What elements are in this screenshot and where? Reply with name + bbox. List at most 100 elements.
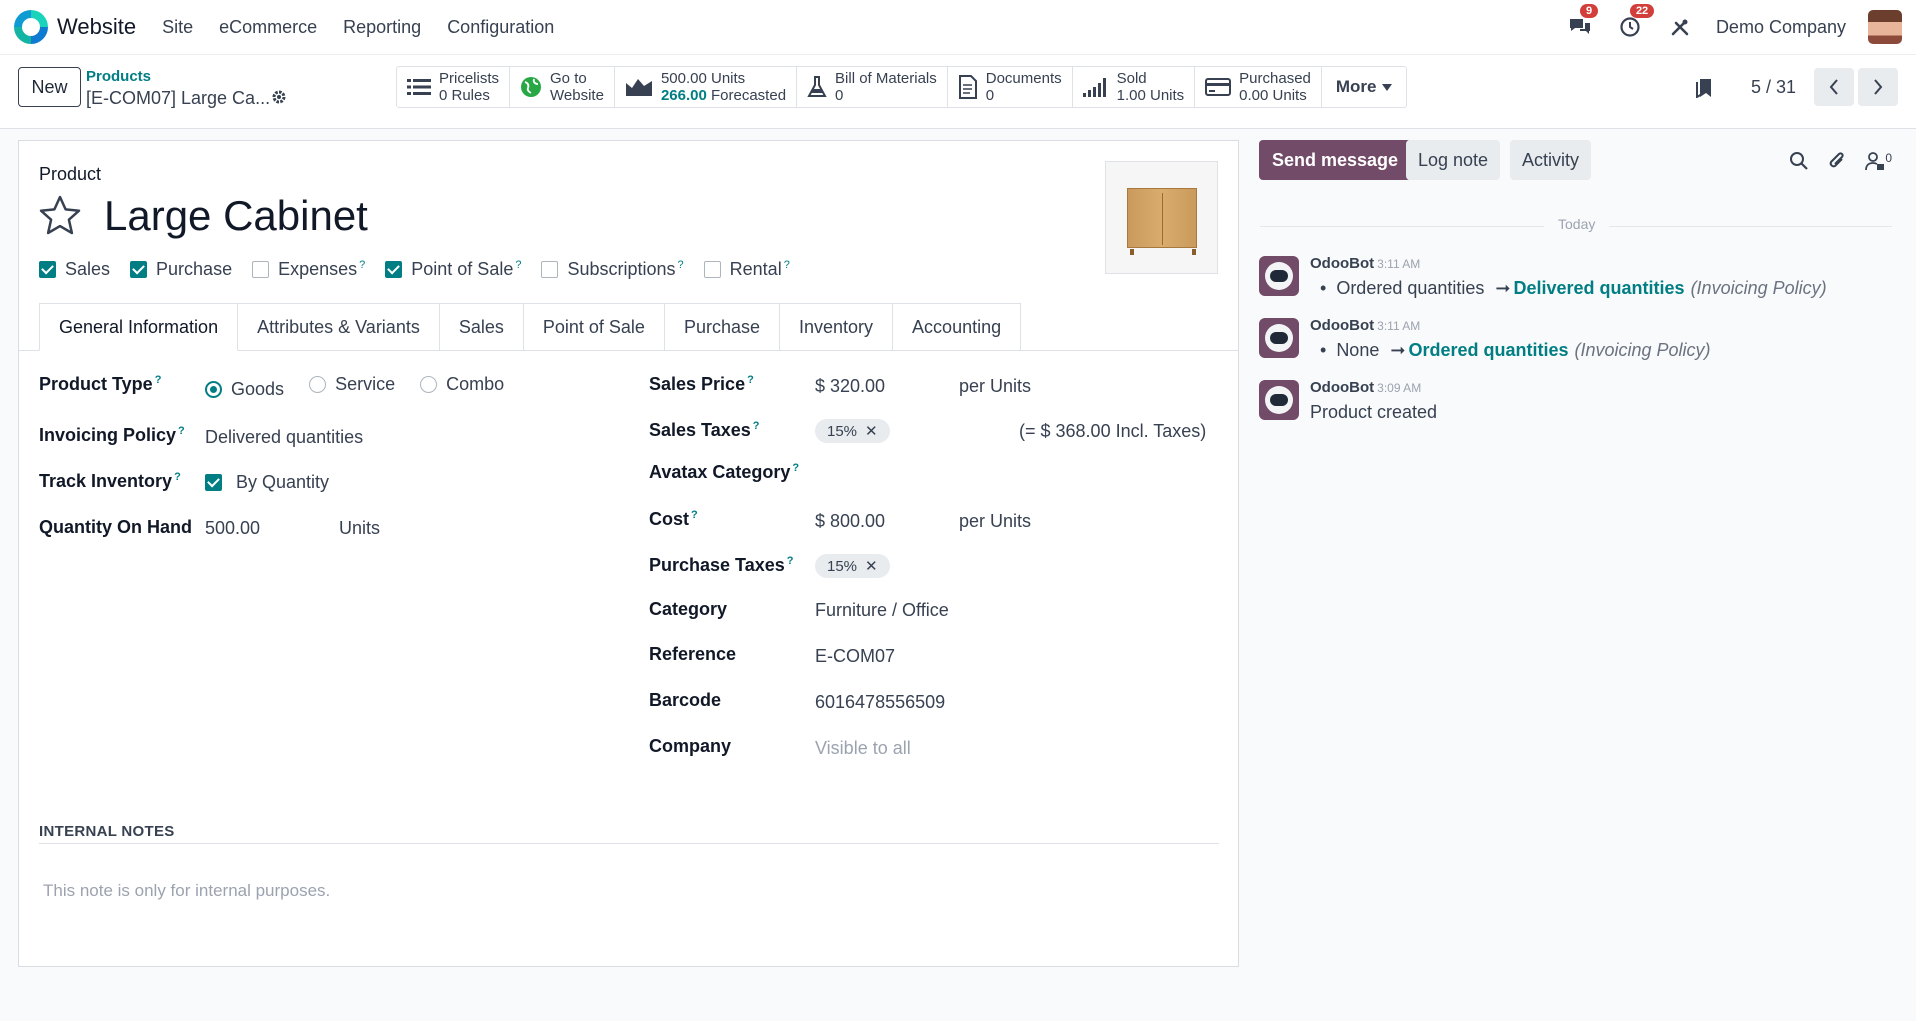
- activity-button[interactable]: Activity: [1510, 140, 1592, 180]
- cost-input[interactable]: $ 800.00: [815, 511, 885, 532]
- tab-sales[interactable]: Sales: [439, 303, 524, 351]
- sold-smart-button[interactable]: Sold 1.00 Units: [1073, 67, 1196, 107]
- menu-configuration[interactable]: Configuration: [447, 17, 554, 38]
- favorite-star-icon[interactable]: [39, 195, 81, 235]
- odoobot-avatar[interactable]: [1259, 256, 1299, 296]
- log-note-button[interactable]: Log note: [1406, 140, 1501, 180]
- pager-previous-button[interactable]: [1814, 68, 1854, 106]
- more-dropdown-button[interactable]: More: [1322, 67, 1406, 107]
- breadcrumb-products[interactable]: Products: [86, 68, 151, 85]
- menu-ecommerce[interactable]: eCommerce: [219, 17, 317, 38]
- tab-accounting[interactable]: Accounting: [893, 303, 1022, 351]
- pager-value[interactable]: 5 / 31: [1751, 77, 1796, 98]
- paperclip-icon[interactable]: [1827, 150, 1847, 172]
- odoobot-avatar[interactable]: [1259, 380, 1299, 420]
- arrow-right-icon: ➞: [1390, 340, 1406, 360]
- bookmarks-icon[interactable]: [1695, 76, 1713, 98]
- rental-checkbox[interactable]: [703, 261, 721, 278]
- tab-purchase[interactable]: Purchase: [664, 303, 780, 351]
- send-message-button[interactable]: Send message: [1259, 140, 1412, 180]
- message-author[interactable]: OdooBot: [1310, 379, 1374, 396]
- tab-attributes-variants[interactable]: Attributes & Variants: [238, 303, 440, 351]
- help-icon[interactable]: ?: [515, 259, 521, 271]
- new-record-button[interactable]: New: [18, 67, 81, 107]
- app-brand[interactable]: Website: [14, 10, 136, 44]
- help-icon[interactable]: ?: [792, 462, 799, 474]
- radio-goods[interactable]: [205, 381, 222, 398]
- flag-subscriptions[interactable]: Subscriptions?: [541, 259, 684, 280]
- bill-of-materials-smart-button[interactable]: Bill of Materials 0: [797, 67, 948, 107]
- help-icon[interactable]: ?: [753, 420, 760, 432]
- product-name-field[interactable]: Large Cabinet: [104, 192, 368, 240]
- radio-combo[interactable]: [420, 376, 438, 393]
- expenses-checkbox[interactable]: [252, 261, 270, 278]
- sales-price-input[interactable]: $ 320.00: [815, 376, 885, 397]
- help-icon[interactable]: ?: [784, 259, 790, 271]
- tab-inventory[interactable]: Inventory: [780, 303, 894, 351]
- search-icon[interactable]: [1789, 151, 1809, 171]
- track-inventory-checkbox[interactable]: [205, 474, 222, 491]
- product-type-service[interactable]: Service: [309, 374, 395, 395]
- documents-smart-button[interactable]: Documents 0: [948, 67, 1073, 107]
- tab-point-of-sale[interactable]: Point of Sale: [523, 303, 665, 351]
- sales-checkbox[interactable]: [39, 261, 56, 278]
- remove-tag-icon[interactable]: ✕: [865, 557, 878, 575]
- debug-tools-button[interactable]: [1666, 13, 1694, 41]
- quantity-on-hand-label: Quantity On Hand: [39, 517, 192, 537]
- flag-rental[interactable]: Rental?: [703, 259, 790, 280]
- invoicing-policy-field[interactable]: Delivered quantities: [205, 427, 363, 448]
- quantity-on-hand-uom: Units: [339, 518, 381, 538]
- flag-sales[interactable]: Sales: [39, 259, 110, 280]
- go-to-website-smart-button[interactable]: Go to Website: [510, 67, 615, 107]
- barcode-input[interactable]: 6016478556509: [815, 692, 945, 713]
- flag-point-of-sale[interactable]: Point of Sale?: [385, 259, 521, 280]
- user-avatar[interactable]: [1868, 10, 1902, 44]
- purchase-checkbox[interactable]: [130, 261, 148, 278]
- purchase-taxes-field[interactable]: 15% ✕: [815, 554, 890, 578]
- quantity-on-hand-value[interactable]: 500.00: [205, 518, 260, 539]
- purchase-label: Purchase: [156, 259, 233, 279]
- flag-expenses[interactable]: Expenses?: [252, 259, 365, 280]
- help-icon[interactable]: ?: [359, 259, 365, 271]
- activities-button[interactable]: 22: [1616, 4, 1655, 41]
- product-type-goods[interactable]: Goods: [205, 379, 284, 400]
- purchased-smart-button[interactable]: Purchased 0.00 Units: [1195, 67, 1322, 107]
- forecast-smart-button[interactable]: 500.00 Units 266.00 Forecasted: [615, 67, 798, 107]
- help-icon[interactable]: ?: [691, 509, 698, 521]
- product-type-combo[interactable]: Combo: [420, 374, 504, 395]
- tab-general-information[interactable]: General Information: [39, 303, 239, 351]
- help-icon[interactable]: ?: [155, 374, 162, 386]
- help-icon[interactable]: ?: [787, 555, 794, 567]
- menu-site[interactable]: Site: [162, 17, 193, 38]
- reference-input[interactable]: E-COM07: [815, 646, 895, 667]
- help-icon[interactable]: ?: [178, 425, 185, 437]
- messaging-button[interactable]: 9: [1566, 4, 1599, 41]
- pricelists-smart-button[interactable]: Pricelists 0 Rules: [397, 67, 511, 107]
- help-icon[interactable]: ?: [678, 259, 684, 271]
- menu-reporting[interactable]: Reporting: [343, 17, 421, 38]
- message-author[interactable]: OdooBot: [1310, 255, 1374, 272]
- followers-button[interactable]: 0: [1865, 151, 1892, 171]
- new-value: Ordered quantities: [1408, 340, 1569, 360]
- credit-card-icon: [1205, 78, 1232, 96]
- flag-purchase[interactable]: Purchase: [130, 259, 232, 280]
- pager-next-button[interactable]: [1858, 68, 1898, 106]
- product-image[interactable]: [1105, 161, 1218, 274]
- remove-tag-icon[interactable]: ✕: [865, 422, 878, 440]
- sales-taxes-field[interactable]: 15% ✕: [815, 419, 890, 443]
- cabinet-picture: [1126, 187, 1197, 255]
- help-icon[interactable]: ?: [747, 374, 754, 386]
- subscriptions-checkbox[interactable]: [541, 261, 559, 278]
- gear-icon[interactable]: [271, 89, 287, 105]
- point-of-sale-checkbox[interactable]: [385, 261, 403, 278]
- company-switcher[interactable]: Demo Company: [1716, 17, 1846, 38]
- company-field[interactable]: Visible to all: [815, 738, 911, 759]
- message-author[interactable]: OdooBot: [1310, 317, 1374, 334]
- track-inventory-mode[interactable]: By Quantity: [236, 472, 329, 493]
- radio-service[interactable]: [309, 376, 327, 393]
- internal-notes-editor[interactable]: This note is only for internal purposes.: [43, 881, 330, 901]
- odoobot-avatar[interactable]: [1259, 318, 1299, 358]
- documents-title: Documents: [985, 70, 1062, 87]
- help-icon[interactable]: ?: [174, 471, 181, 483]
- category-field[interactable]: Furniture / Office: [815, 600, 949, 621]
